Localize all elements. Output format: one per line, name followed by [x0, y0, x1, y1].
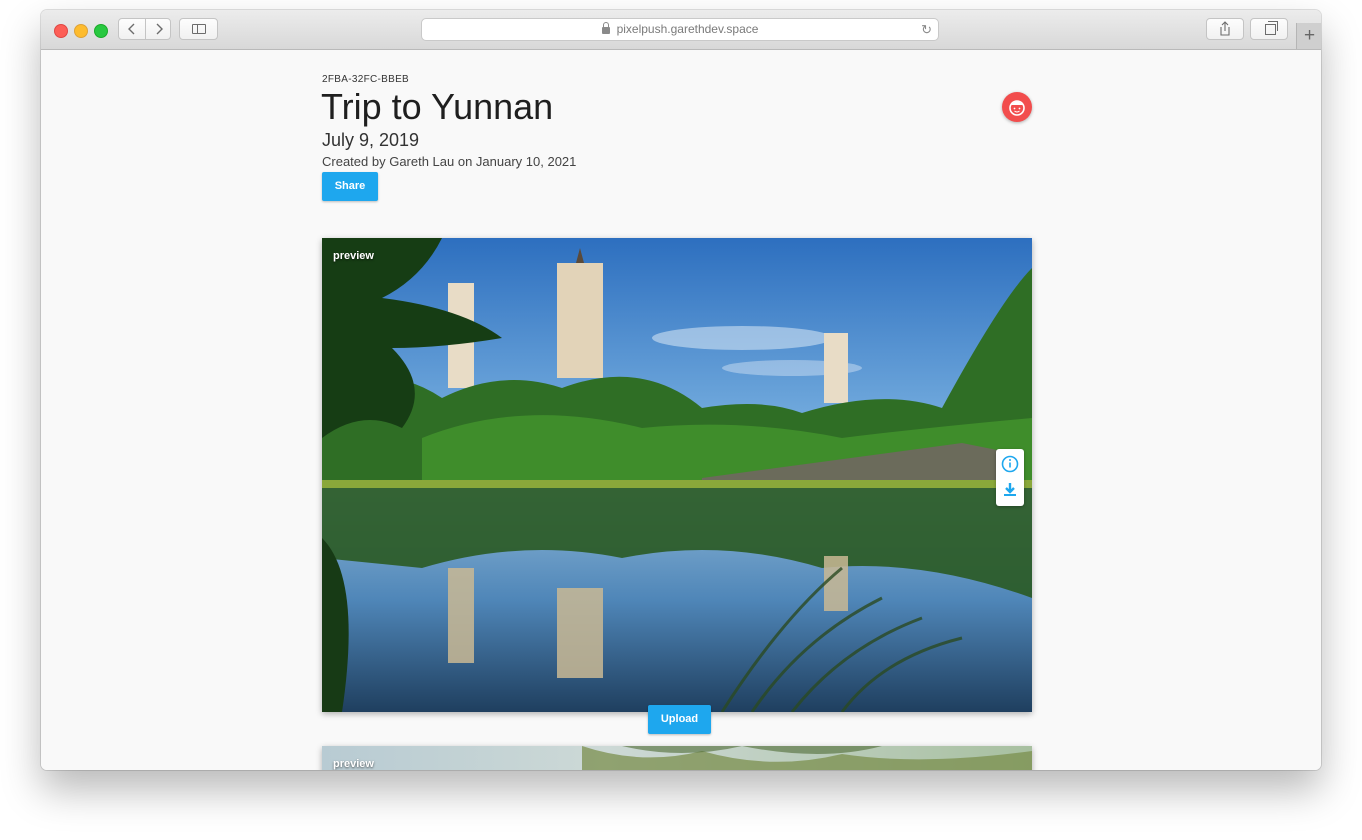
chevron-right-icon	[156, 23, 163, 35]
download-icon[interactable]	[1004, 483, 1016, 496]
reload-icon[interactable]: ↻	[921, 19, 932, 40]
photo-image	[322, 746, 1032, 770]
show-tabs-button[interactable]	[1250, 18, 1288, 40]
album-created-by: Created by Gareth Lau on January 10, 202…	[322, 154, 577, 169]
preview-label: preview	[333, 758, 374, 770]
preview-label: preview	[333, 250, 374, 262]
lock-icon	[601, 22, 610, 34]
back-button[interactable]	[119, 19, 145, 44]
url-text: pixelpush.garethdev.space	[616, 22, 759, 36]
photo-image	[322, 238, 1032, 712]
face-icon	[1009, 100, 1025, 116]
sidebar-toggle-button[interactable]	[179, 18, 218, 40]
new-tab-button[interactable]: +	[1296, 23, 1321, 49]
tabs-icon	[1265, 21, 1278, 35]
page-title: Trip to Yunnan	[321, 86, 554, 127]
chevron-left-icon	[128, 23, 135, 35]
photo-action-panel	[996, 449, 1024, 506]
forward-button[interactable]	[146, 19, 172, 44]
avatar[interactable]	[1002, 92, 1032, 122]
history-nav	[118, 18, 171, 40]
address-bar[interactable]: pixelpush.garethdev.space ↻	[421, 18, 939, 41]
browser-toolbar: pixelpush.garethdev.space ↻ +	[41, 10, 1321, 50]
close-window-button[interactable]	[54, 24, 68, 38]
upload-button[interactable]: Upload	[648, 705, 711, 734]
photo-card[interactable]: preview	[322, 238, 1032, 712]
photo-actions	[1001, 455, 1019, 496]
minimize-window-button[interactable]	[74, 24, 88, 38]
share-page-button[interactable]	[1206, 18, 1244, 40]
browser-window: pixelpush.garethdev.space ↻ + 2FBA-32FC-…	[41, 10, 1321, 770]
page-content: 2FBA-32FC-BBEB Trip to Yunnan July 9, 20…	[41, 50, 1321, 770]
sidebar-icon	[192, 24, 206, 34]
album-id: 2FBA-32FC-BBEB	[322, 74, 410, 85]
share-icon	[1220, 21, 1230, 36]
zoom-window-button[interactable]	[94, 24, 108, 38]
info-icon[interactable]	[1001, 455, 1019, 473]
share-button[interactable]: Share	[322, 172, 378, 201]
album-date: July 9, 2019	[322, 130, 420, 150]
photo-card[interactable]: preview	[322, 746, 1032, 770]
